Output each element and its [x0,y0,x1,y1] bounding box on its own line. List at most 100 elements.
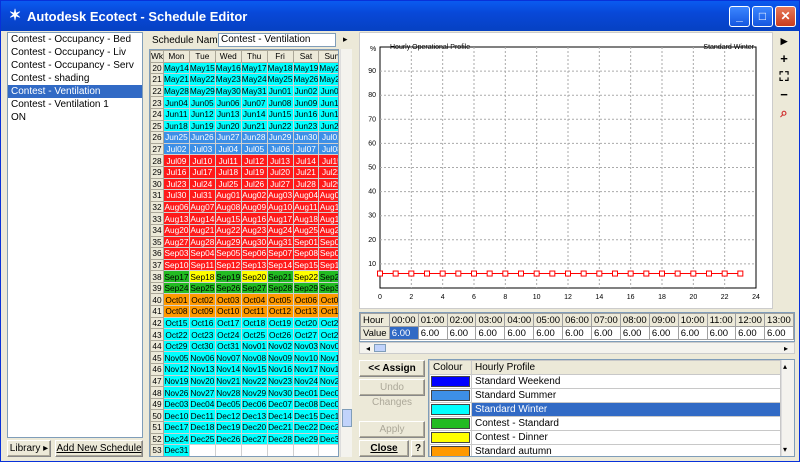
calendar-day-cell[interactable]: Oct06 [292,293,320,307]
calendar-day-cell[interactable]: May16 [214,61,242,75]
calendar-day-cell[interactable]: Jul29 [318,177,338,191]
calendar-day-cell[interactable]: Jun18 [162,119,190,133]
calendar-day-cell[interactable]: Oct20 [292,316,320,330]
calendar-day-cell[interactable]: May24 [240,73,268,86]
calendar-day-cell[interactable]: Jul05 [240,142,268,156]
week-number[interactable]: 48 [150,386,164,399]
calendar-day-cell[interactable]: Aug13 [162,212,190,225]
calendar-day-cell[interactable]: Dec16 [318,409,338,422]
week-number[interactable]: 39 [150,281,164,295]
calendar-day-cell[interactable]: Aug23 [240,223,268,237]
calendar-day-cell[interactable]: Nov02 [266,339,294,353]
calendar-day-cell[interactable]: Nov19 [162,374,190,388]
calendar-day-cell[interactable]: Jul25 [214,177,242,191]
calendar-day-cell[interactable]: Nov29 [240,386,268,399]
calendar-day-cell[interactable]: Jul12 [240,154,268,167]
schedule-list-item[interactable]: Contest - shading [8,72,142,85]
calendar-header-tue[interactable]: Tue [188,50,216,63]
calendar-day-cell[interactable]: Aug16 [240,212,268,225]
calendar-day-cell[interactable]: Oct13 [292,305,320,318]
calendar-day-cell[interactable]: Nov05 [162,351,190,365]
week-number[interactable]: 33 [150,212,164,225]
calendar-day-cell[interactable]: Dec21 [266,421,294,434]
calendar-day-cell[interactable]: Nov14 [214,363,242,376]
calendar-day-cell[interactable]: Sep19 [214,270,242,283]
calendar-day-cell[interactable]: Dec27 [240,432,268,446]
hour-value-cell[interactable]: 6.00 [504,326,535,340]
calendar-header-mon[interactable]: Mon [162,50,190,63]
calendar-day-cell[interactable]: Jun19 [188,119,216,133]
calendar-day-cell[interactable]: Oct25 [240,328,268,341]
calendar-day-cell[interactable]: Aug06 [162,200,190,214]
calendar-day-cell[interactable]: Aug24 [266,223,294,237]
calendar-day-cell[interactable]: Nov20 [188,374,216,388]
calendar-day-cell[interactable]: Oct12 [266,305,294,318]
calendar-day-cell[interactable]: Jul09 [162,154,190,167]
calendar-day-cell[interactable]: Dec18 [188,421,216,434]
calendar-day-cell[interactable]: Aug17 [266,212,294,225]
calendar-day-cell[interactable]: Sep18 [188,270,216,283]
calendar-day-cell[interactable]: Sep01 [292,235,320,249]
hour-value-cell[interactable]: 6.00 [619,326,650,340]
calendar-day-cell[interactable]: Sep03 [162,247,190,260]
calendar-day-cell[interactable]: Dec19 [214,421,242,434]
week-number[interactable]: 30 [150,177,164,191]
calendar-day-cell[interactable]: Nov26 [162,386,190,399]
calendar-day-cell[interactable]: Jul23 [162,177,190,191]
week-number[interactable]: 20 [150,61,164,75]
calendar-day-cell[interactable]: Jun29 [266,131,294,144]
calendar-day-cell[interactable]: Aug29 [214,235,242,249]
schedule-name-input[interactable]: Contest - Ventilation [218,33,336,47]
calendar-day-cell[interactable]: Aug26 [318,223,338,237]
week-number[interactable]: 53 [150,444,164,456]
calendar-header-fri[interactable]: Fri [266,50,294,63]
calendar-day-cell[interactable]: Aug08 [214,200,242,214]
calendar-day-cell[interactable]: May29 [188,84,216,98]
hourly-values-grid[interactable]: Hour 00:00 01:00 02:00 03:00 04:00 05:00 06:00 0… [359,312,795,342]
profile-row[interactable]: Standard Weekend [429,374,781,389]
calendar-day-cell[interactable]: Aug30 [240,235,268,249]
scroll-left-icon[interactable]: ◂ [362,344,374,353]
scroll-right-icon[interactable]: ▸ [780,344,792,353]
calendar-day-cell[interactable]: Jun09 [292,96,320,109]
calendar-day-cell[interactable]: Aug14 [188,212,216,225]
calendar-day-cell[interactable]: Oct19 [266,316,294,330]
calendar-day-cell[interactable]: Sep20 [240,270,268,283]
profile-colour-cell[interactable] [429,402,472,417]
calendar-day-cell[interactable]: Aug31 [266,235,294,249]
week-number[interactable]: 52 [150,432,164,446]
calendar-day-cell[interactable]: May28 [162,84,190,98]
undo-changes-button[interactable]: Undo Changes [359,379,425,408]
profile-row[interactable]: Contest - Standard [429,416,781,431]
calendar-day-cell[interactable]: Sep05 [214,247,242,260]
calendar-day-cell[interactable]: Dec15 [292,409,320,422]
calendar-day-cell[interactable]: Dec14 [266,409,294,422]
week-number[interactable]: 38 [150,270,164,283]
calendar-day-cell[interactable]: Jun23 [292,119,320,133]
calendar-day-cell[interactable]: Oct28 [318,328,338,341]
calendar-day-cell[interactable]: Jul19 [240,165,268,179]
calendar-day-cell[interactable]: Dec13 [240,409,268,422]
calendar-day-cell[interactable]: Dec11 [188,409,216,422]
week-number[interactable]: 24 [150,107,164,121]
profile-row[interactable]: Standard autumn [429,444,781,456]
calendar-day-cell[interactable]: May18 [266,61,294,75]
calendar-day-cell[interactable]: Nov04 [318,339,338,353]
calendar-day-cell[interactable]: Jun06 [214,96,242,109]
calendar-day-cell[interactable]: Sep11 [188,258,216,272]
calendar-day-cell[interactable]: Dec03 [162,397,190,411]
calendar-day-cell[interactable]: Sep29 [292,281,320,295]
calendar-day-cell[interactable]: Dec01 [292,386,320,399]
calendar-day-cell[interactable]: Jun07 [240,96,268,109]
calendar-day-cell[interactable]: Jun12 [188,107,216,121]
calendar-scrollbar[interactable] [340,49,352,457]
calendar-day-cell[interactable]: Aug25 [292,223,320,237]
calendar-day-cell[interactable]: Sep26 [214,281,242,295]
close-window-button[interactable]: ✕ [775,6,796,27]
calendar-day-cell[interactable]: Jul14 [292,154,320,167]
week-number[interactable]: 22 [150,84,164,98]
calendar-day-cell[interactable]: Nov10 [292,351,320,365]
calendar-day-cell[interactable]: Oct16 [188,316,216,330]
calendar-day-cell[interactable]: Jun20 [214,119,242,133]
calendar-header-wk[interactable]: Wk [150,50,164,63]
